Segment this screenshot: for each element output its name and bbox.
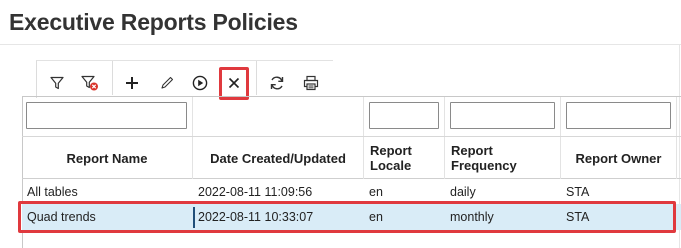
report-frequency-filter[interactable] — [450, 102, 555, 129]
filter-row — [22, 97, 681, 136]
report-locale-filter[interactable] — [369, 102, 439, 129]
edit-icon[interactable] — [155, 70, 179, 96]
date-filter-cell — [193, 97, 364, 136]
column-header-row: Report Name Date Created/Updated Report … — [22, 136, 681, 179]
report-owner-filter[interactable] — [566, 102, 671, 129]
column-header-date[interactable]: Date Created/Updated — [193, 137, 364, 179]
clear-filter-icon[interactable] — [78, 70, 102, 96]
print-icon[interactable] — [299, 70, 323, 96]
toolbar-separator — [256, 61, 257, 95]
column-header-owner[interactable]: Report Owner — [561, 137, 677, 179]
run-icon[interactable] — [188, 70, 212, 96]
page-title: Executive Reports Policies — [9, 9, 298, 35]
report-name-filter[interactable] — [26, 102, 187, 129]
column-header-frequency[interactable]: Report Frequency — [445, 137, 561, 179]
toolbar-separator — [112, 61, 113, 95]
column-header-locale[interactable]: Report Locale — [364, 137, 445, 179]
filter-icon[interactable] — [45, 70, 69, 96]
add-icon[interactable] — [120, 70, 144, 96]
refresh-icon[interactable] — [265, 70, 289, 96]
selected-row-highlight — [18, 201, 676, 233]
column-header-report-name[interactable]: Report Name — [22, 137, 193, 179]
